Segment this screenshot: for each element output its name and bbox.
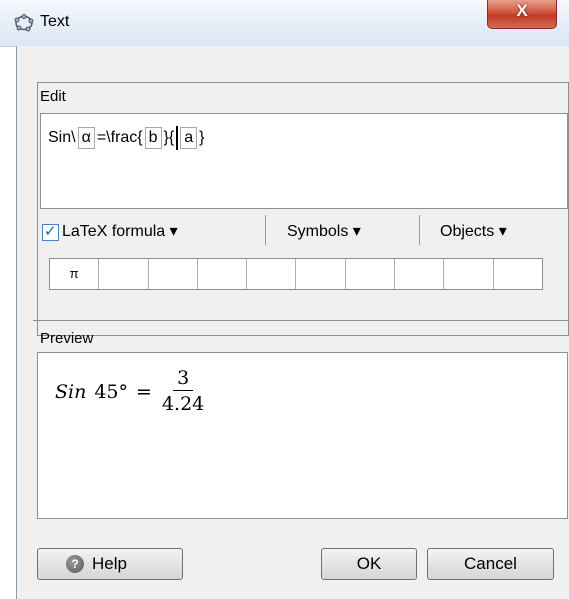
symbol-button[interactable] (395, 259, 445, 289)
formula-content: Sin\ α =\frac{b}{ a} (48, 126, 204, 150)
latex-checkbox[interactable]: ✓ (42, 223, 59, 241)
preview-fraction: 3 4.24 (158, 366, 208, 417)
edit-label: Edit (40, 88, 66, 105)
preview-panel: Sin 45° = 3 4.24 (37, 352, 568, 519)
formula-text: Sin\ (48, 129, 76, 146)
cancel-button[interactable]: Cancel (427, 548, 554, 580)
title-bar: Text X (0, 0, 569, 47)
preview-angle: 45° (94, 380, 129, 403)
preview-function: Sin (55, 380, 87, 403)
symbol-button[interactable] (99, 259, 149, 289)
preview-label: Preview (40, 330, 94, 347)
symbols-menu[interactable]: Symbols ▾ (287, 221, 361, 241)
formula-text: } (199, 129, 205, 146)
close-button[interactable]: X (487, 0, 557, 29)
preview-equals: = (136, 380, 152, 403)
window-title: Text (40, 13, 70, 30)
latex-toolbar: ✓ LaTeX formula ▾ Symbols ▾ Objects ▾ (42, 215, 567, 245)
dialog-body: Edit Sin\ α =\frac{b}{ a} ✓ LaTeX formula… (16, 46, 569, 599)
toolbar-separator (419, 215, 420, 245)
formula-slot-numerator[interactable]: b (144, 127, 162, 149)
symbol-button[interactable] (198, 259, 248, 289)
objects-menu[interactable]: Objects ▾ (440, 221, 507, 241)
symbol-button[interactable] (247, 259, 297, 289)
section-divider (33, 320, 569, 321)
help-icon: ? (66, 555, 84, 573)
help-button[interactable]: ? Help (37, 548, 183, 580)
formula-text: }{ (163, 129, 175, 146)
checkmark-icon: ✓ (44, 223, 57, 240)
preview-denominator: 4.24 (161, 393, 205, 415)
symbol-button[interactable] (444, 259, 494, 289)
text-caret (176, 126, 179, 150)
symbols-bar: π (49, 258, 543, 290)
geogebra-logo-icon (14, 14, 34, 32)
formula-slot-denominator[interactable]: a (180, 127, 198, 149)
preview-numerator: 3 (173, 366, 194, 391)
preview-formula: Sin 45° = 3 4.24 (55, 366, 208, 417)
latex-formula-menu[interactable]: LaTeX formula ▾ (62, 221, 178, 241)
formula-editor[interactable]: Sin\ α =\frac{b}{ a} (40, 113, 568, 209)
formula-slot-alpha[interactable]: α (77, 127, 95, 149)
close-icon: X (516, 1, 528, 20)
symbol-button[interactable] (296, 259, 346, 289)
symbol-button[interactable] (149, 259, 198, 289)
symbol-button[interactable] (346, 259, 396, 289)
ok-button[interactable]: OK (321, 548, 417, 580)
symbol-button[interactable] (494, 259, 542, 289)
toolbar-separator (265, 215, 266, 245)
formula-text: =\frac{ (96, 129, 143, 146)
symbol-button[interactable]: π (50, 259, 100, 289)
help-label: Help (92, 554, 127, 573)
